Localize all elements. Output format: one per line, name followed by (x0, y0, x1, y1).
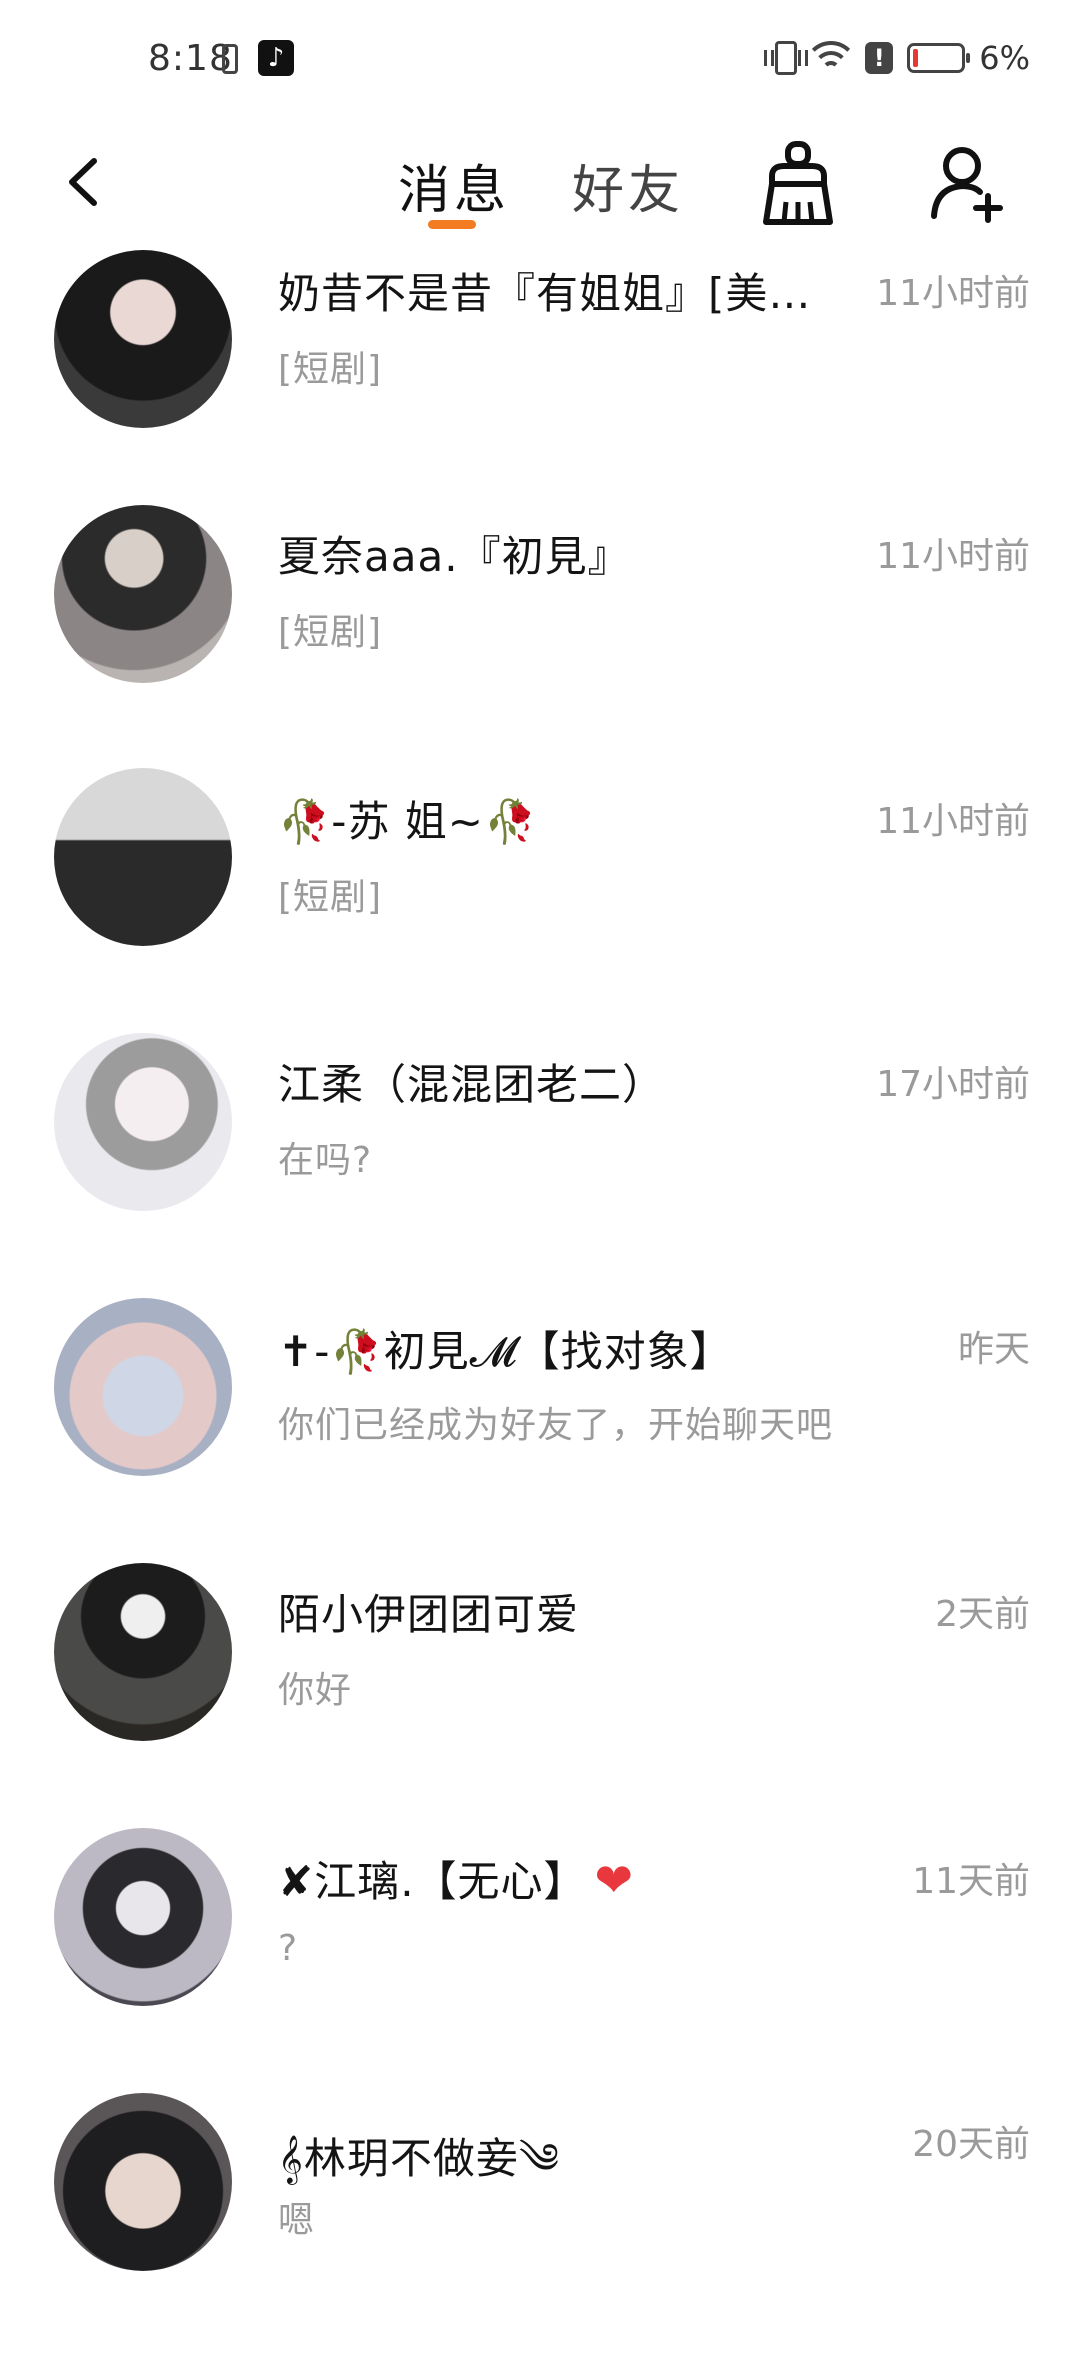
message-time: 2天前 (935, 1594, 1030, 1635)
message-time: 20天前 (912, 2124, 1030, 2165)
avatar-mirror-selfie[interactable] (54, 768, 232, 946)
list-item[interactable]: 奶昔不是昔『有姐姐』[美… [短剧] 11小时前 (0, 250, 1080, 520)
message-preview: 在吗? (278, 1140, 373, 1181)
message-preview: 你们已经成为好友了，开始聊天吧 (278, 1405, 834, 1446)
vibrate-icon (764, 41, 809, 75)
list-item[interactable]: 江柔（混混团老二） 在吗? 17小时前 (0, 1033, 1080, 1293)
list-item[interactable]: ✝-🥀初見𝓜【找对象】 你们已经成为好友了，开始聊天吧 昨天 (0, 1298, 1080, 1558)
avatar-white-dress[interactable] (54, 1298, 232, 1476)
message-time: 17小时前 (876, 1064, 1030, 1105)
add-friend-icon[interactable] (928, 144, 1008, 224)
avatar-dark-hair-girl[interactable] (54, 505, 232, 683)
top-nav-bar: 消息 好友 (0, 110, 1080, 260)
contact-name-text: ✘江璃.【无心】 (278, 1857, 587, 1906)
wifi-icon (811, 41, 852, 75)
message-preview: 你好 (278, 1670, 353, 1711)
message-preview: ? (278, 1928, 299, 1969)
battery-icon (907, 43, 971, 73)
broom-clean-icon[interactable] (758, 140, 838, 228)
list-item[interactable]: 陌小伊团团可爱 你好 2天前 (0, 1563, 1080, 1823)
tab-friends[interactable]: 好友 (572, 148, 684, 223)
avatar-anime-sketch[interactable] (54, 1033, 232, 1211)
contact-name: ✝-🥀初見𝓜【找对象】 (278, 1327, 733, 1376)
avatar-motorcycle-helmets[interactable] (54, 1563, 232, 1741)
active-tab-indicator (428, 220, 476, 229)
contact-name: 陌小伊团团可爱 (278, 1590, 580, 1639)
message-time: 11小时前 (876, 273, 1030, 314)
list-item[interactable]: 𝄞林玥不做妾༄ 嗯 20天前 (0, 2093, 1080, 2353)
message-preview: [短剧] (278, 877, 383, 918)
contact-name: 江柔（混混团老二） (278, 1060, 666, 1109)
heart-icon: ❤ (594, 1853, 635, 1907)
message-preview: 嗯 (278, 2200, 316, 2241)
list-item[interactable]: ✘江璃.【无心】 ❤ ? 11天前 (0, 1828, 1080, 2088)
status-bar: 8:18 ♪ ! 6% (0, 0, 1080, 110)
contact-name: 𝄞林玥不做妾༄ (278, 2134, 560, 2183)
alert-icon: ! (865, 42, 894, 74)
tiktok-notification-icon: ♪ (258, 40, 294, 76)
contact-name: ✘江璃.【无心】 ❤ (278, 1848, 634, 1909)
status-icons: ! 6% (764, 38, 1030, 78)
status-time: 8:18 (148, 38, 233, 79)
avatar-gothic-maid[interactable] (54, 250, 232, 428)
battery-percent: 6% (979, 39, 1030, 77)
avatar-selfie-closeup[interactable] (54, 2093, 232, 2271)
message-time: 11小时前 (876, 536, 1030, 577)
battery-saver-icon (222, 44, 238, 74)
message-time: 11小时前 (876, 801, 1030, 842)
contact-name: 奶昔不是昔『有姐姐』[美… (278, 269, 812, 318)
list-item[interactable]: 🥀-苏 姐~🥀 [短剧] 11小时前 (0, 768, 1080, 1028)
message-preview: [短剧] (278, 612, 383, 653)
message-preview: [短剧] (278, 349, 383, 390)
contact-name: 🥀-苏 姐~🥀 (278, 797, 538, 846)
list-item[interactable]: 夏奈aaa.『初見』 [短剧] 11小时前 (0, 505, 1080, 765)
contact-name: 夏奈aaa.『初見』 (278, 532, 631, 581)
message-time: 11天前 (912, 1861, 1030, 1902)
back-arrow-icon[interactable] (58, 155, 112, 209)
avatar-anime-twins[interactable] (54, 1828, 232, 2006)
tab-messages[interactable]: 消息 (398, 148, 510, 223)
message-time: 昨天 (957, 1329, 1030, 1370)
